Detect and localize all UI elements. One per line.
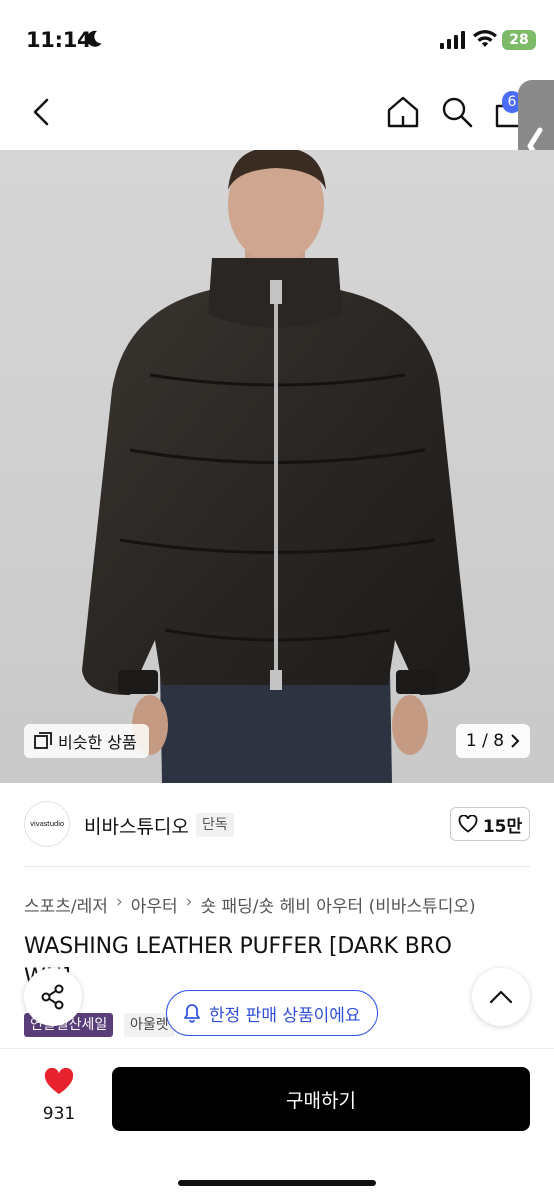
- brand-like-button[interactable]: 15만: [450, 807, 530, 841]
- wishlist-button[interactable]: [36, 1067, 82, 1100]
- exclusive-badge: 단독: [196, 813, 234, 837]
- bell-icon: [184, 1004, 200, 1023]
- battery-indicator: 28: [502, 30, 536, 50]
- wishlist-count: 931: [42, 1104, 76, 1124]
- brand-name[interactable]: 비바스튜디오: [84, 812, 189, 839]
- divider: [24, 866, 530, 867]
- scroll-to-top-button[interactable]: [472, 968, 530, 1026]
- search-icon[interactable]: [440, 94, 474, 130]
- moon-icon: [87, 30, 102, 47]
- image-pager[interactable]: 1 / 8: [456, 724, 530, 758]
- brand-logo[interactable]: vivastudio: [24, 801, 70, 847]
- product-title: WASHING LEATHER PUFFER [DARK BRO: [24, 934, 452, 959]
- limited-sale-notice[interactable]: 한정 판매 상품이에요: [166, 990, 378, 1036]
- heart-outline-icon: [458, 815, 478, 833]
- share-icon: [41, 984, 64, 1010]
- product-image[interactable]: [0, 150, 554, 783]
- back-arrow-icon[interactable]: [28, 94, 56, 130]
- brand-logo-text: vivastudio: [29, 820, 65, 828]
- breadcrumb-item[interactable]: 숏 패딩/숏 헤비 아우터 (비바스튜디오): [200, 892, 475, 917]
- chevron-right-icon: ›: [115, 892, 123, 912]
- similar-products-button[interactable]: 비슷한 상품: [24, 724, 149, 758]
- status-bar: 11:14 28: [0, 0, 554, 80]
- home-indicator: [178, 1180, 376, 1186]
- buy-button[interactable]: 구매하기: [112, 1067, 530, 1131]
- image-page-indicator: 1 / 8: [465, 731, 505, 751]
- status-time: 11:14: [26, 28, 92, 52]
- chevron-right-icon: ›: [185, 892, 193, 912]
- home-icon[interactable]: [386, 94, 420, 130]
- limited-sale-label: 한정 판매 상품이에요: [209, 1005, 361, 1026]
- heart-filled-icon: [44, 1067, 74, 1094]
- wifi-icon: [473, 30, 497, 47]
- breadcrumb: 스포츠/레저 › 아우터 › 숏 패딩/숏 헤비 아우터 (비바스튜디오): [24, 892, 476, 917]
- similar-products-label: 비슷한 상품: [58, 733, 137, 752]
- chevron-right-icon: [511, 734, 520, 748]
- cellular-signal-icon: [440, 31, 465, 49]
- jacket-model-photo: [82, 150, 470, 783]
- copy-square-icon: [34, 732, 52, 749]
- brand-like-count: 15만: [482, 816, 523, 837]
- breadcrumb-item[interactable]: 아우터: [131, 892, 178, 917]
- breadcrumb-item[interactable]: 스포츠/레저: [24, 892, 108, 917]
- share-button[interactable]: [24, 968, 82, 1026]
- chevron-up-icon: [489, 990, 513, 1004]
